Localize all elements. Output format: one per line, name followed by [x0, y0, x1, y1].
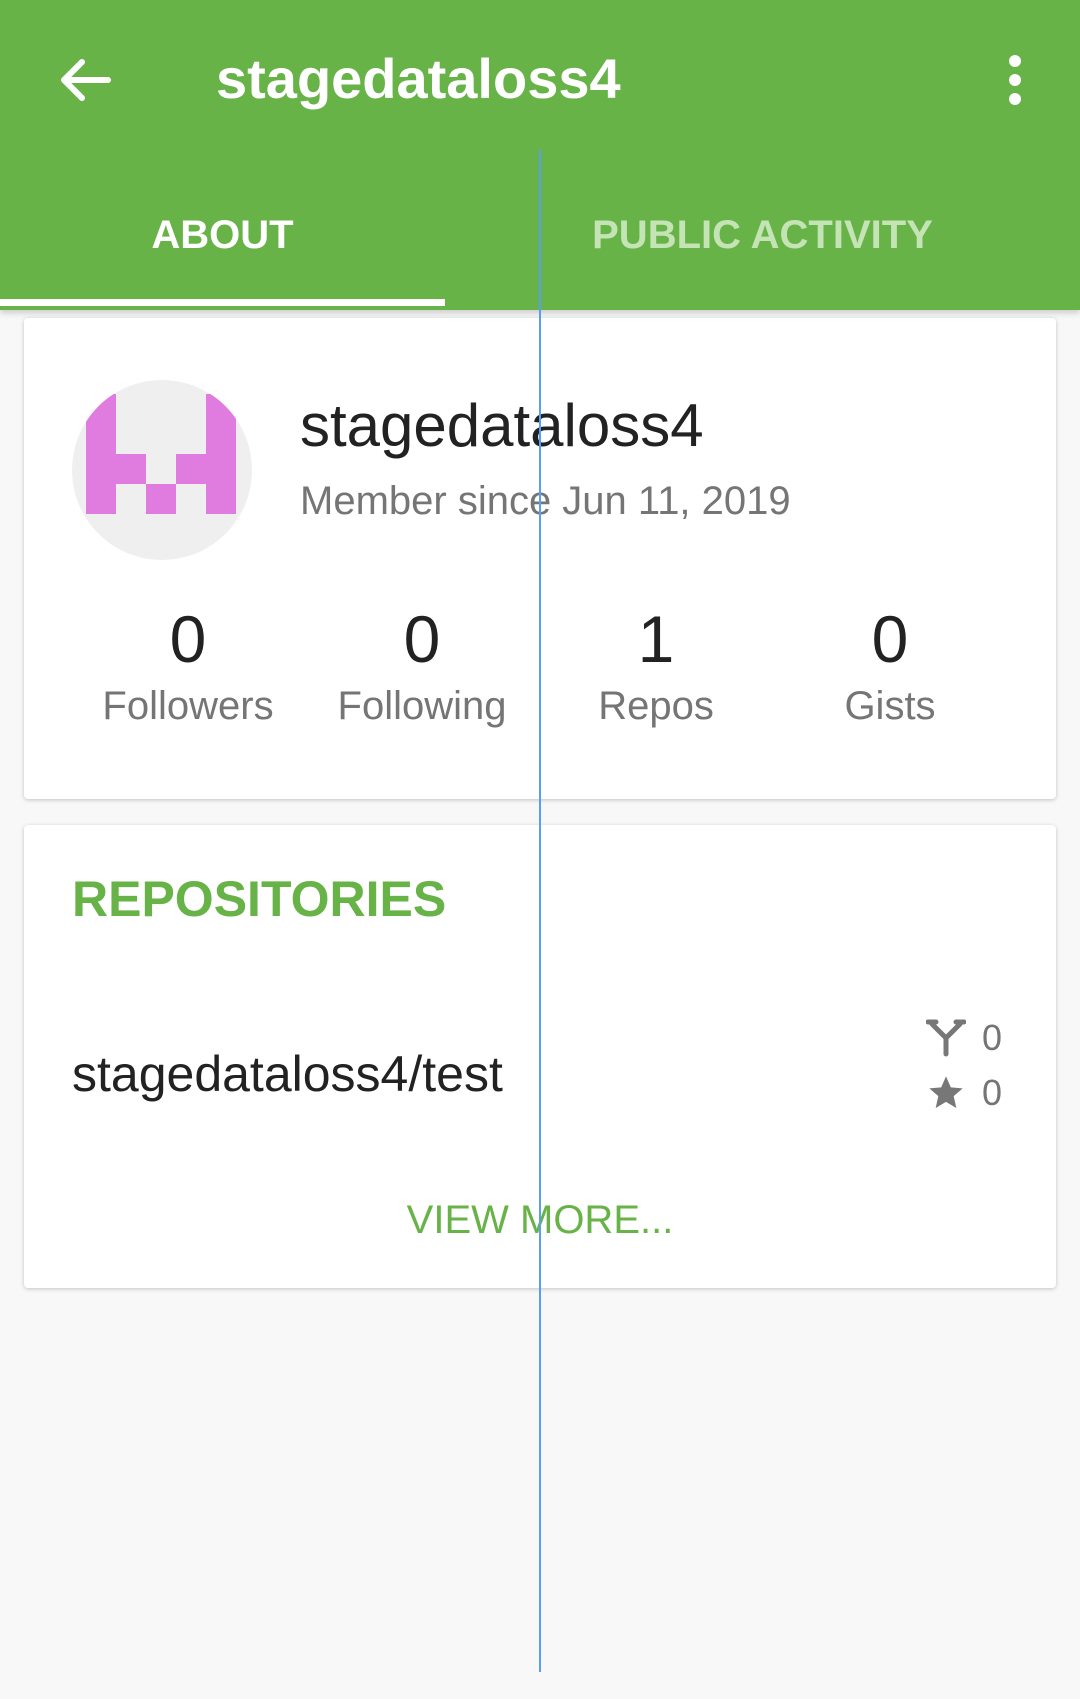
repo-forks: 0 [924, 1013, 1002, 1063]
stat-value: 0 [169, 602, 207, 676]
stat-following[interactable]: 0 Following [302, 598, 542, 732]
avatar [72, 380, 252, 560]
back-button[interactable] [50, 45, 120, 115]
stat-gists[interactable]: 0 Gists [770, 598, 1010, 732]
stat-label: Following [337, 684, 507, 728]
tab-about[interactable]: ABOUT [0, 200, 445, 270]
stat-repos[interactable]: 1 Repos [536, 598, 776, 732]
stat-value: 0 [403, 602, 441, 676]
member-since: Member since Jun 11, 2019 [300, 479, 791, 523]
page-title: stagedataloss4 [216, 47, 621, 110]
tab-public-activity[interactable]: PUBLIC ACTIVITY [540, 200, 985, 270]
stat-label: Repos [598, 684, 714, 728]
repositories-heading: REPOSITORIES [72, 871, 447, 927]
fork-count: 0 [982, 1017, 1003, 1058]
stat-label: Gists [844, 684, 936, 728]
more-options-button[interactable] [985, 45, 1045, 115]
stat-value: 0 [871, 602, 909, 676]
arrow-left-icon [61, 59, 111, 101]
star-icon [924, 1071, 968, 1115]
fork-icon [924, 1016, 968, 1060]
profile-username: stagedataloss4 [300, 392, 704, 459]
star-count: 0 [982, 1072, 1003, 1113]
layout-guide-line [539, 150, 541, 1672]
tab-indicator [0, 299, 445, 306]
stat-label: Followers [102, 684, 274, 728]
repo-stars: 0 [924, 1068, 1002, 1118]
repo-name: stagedataloss4/test [72, 1046, 503, 1102]
stat-followers[interactable]: 0 Followers [68, 598, 308, 732]
more-vertical-icon [1009, 55, 1021, 67]
stat-value: 1 [637, 602, 675, 676]
